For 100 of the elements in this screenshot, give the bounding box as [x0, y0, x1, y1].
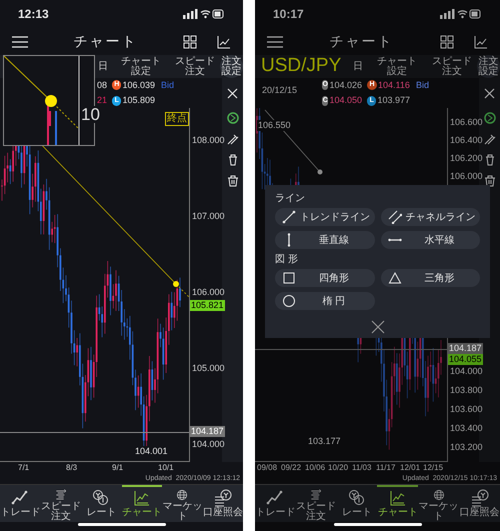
price-value: 104.116	[378, 78, 410, 92]
currency-pair: USD/JPY	[261, 54, 342, 76]
price-value: 106.039	[122, 78, 155, 92]
price-value: 21	[96, 94, 107, 107]
tab[interactable]: トレード	[255, 485, 296, 522]
tab[interactable]: 口座照会	[202, 485, 243, 522]
magnified-label: 10	[81, 106, 100, 123]
line-chart-icon	[388, 489, 407, 507]
trend-chart-icon	[11, 489, 30, 507]
toolbar-button[interactable]: 日	[353, 62, 363, 72]
grid-icon[interactable]	[183, 34, 197, 48]
tool-option-button[interactable]: 垂直線	[275, 231, 374, 249]
price-value: 08	[96, 78, 107, 92]
trash-icon[interactable]	[484, 154, 496, 166]
price-value: 104.050	[329, 94, 362, 107]
date-axis-label: 10/1	[158, 462, 174, 474]
close-icon[interactable]	[484, 88, 495, 98]
status-icons	[183, 9, 225, 19]
price-value: 104.026	[329, 78, 362, 92]
axis-label: 104.000	[192, 438, 225, 450]
high-price-label: 106.550	[257, 120, 292, 131]
axis-label: 105.000	[192, 362, 225, 374]
screen-title: チャート	[72, 32, 138, 51]
date-axis-label: 7/1	[18, 462, 30, 474]
coin-stack-icon	[470, 489, 489, 507]
tab[interactable]: 口座照会	[459, 485, 500, 522]
screen-title: チャート	[328, 32, 394, 51]
axis-label: 103.400	[450, 422, 483, 434]
toolbar-button[interactable]: チャート設定	[376, 56, 418, 76]
price-value: 103.977	[377, 94, 410, 107]
tab[interactable]: トレード	[0, 485, 40, 522]
section-title: ライン	[275, 193, 306, 205]
tool-option-button[interactable]: 四角形	[275, 269, 374, 287]
axis-label: 107.000	[192, 210, 225, 222]
status-time: 12:13	[18, 6, 49, 23]
date-axis-label: 12/15	[423, 462, 444, 474]
tab[interactable]: スピード注文	[296, 485, 337, 522]
status-icons	[440, 9, 482, 19]
toolbar-button[interactable]: スピード注文	[174, 56, 216, 76]
axis-label: 103.600	[450, 403, 483, 415]
chart-icon[interactable]	[474, 34, 488, 48]
tab[interactable]: マーケット	[418, 485, 460, 522]
axis-label: 103.800	[450, 384, 483, 396]
date-axis-label: 8/3	[66, 462, 78, 474]
square-icon	[282, 271, 296, 285]
low-price-label: 103.177	[307, 436, 342, 447]
axis-label: 106.000	[450, 170, 483, 182]
axis-label: 104.000	[450, 365, 483, 377]
bid-label: Bid	[416, 78, 430, 92]
toolbar-button[interactable]: チャート設定	[120, 56, 162, 76]
trend-chart-icon	[266, 489, 284, 507]
date-axis-label: 09/22	[281, 462, 302, 474]
tab[interactable]: レート	[81, 485, 122, 522]
menu-icon[interactable]	[267, 36, 283, 48]
date-axis-label: 10/20	[328, 462, 348, 474]
toolbar-button[interactable]: 日	[98, 62, 108, 72]
order-settings-button[interactable]: 注文設定	[477, 55, 500, 78]
price-value: 105.809	[122, 94, 155, 107]
date-axis-label: 12/01	[400, 462, 420, 474]
axis-label: 108.000	[192, 134, 225, 146]
status-time: 10:17	[273, 6, 304, 23]
price-tag: 104.187	[448, 343, 483, 354]
coins-icon	[92, 489, 110, 507]
date-axis-label: 11/03	[352, 462, 372, 474]
date-axis-label: 10/06	[305, 462, 326, 474]
tab[interactable]: マーケット	[162, 485, 202, 522]
tab[interactable]: レート	[336, 485, 378, 522]
pen-icon[interactable]	[484, 133, 496, 145]
axis-label: 106.400	[450, 134, 483, 146]
diagonal-line-icon	[282, 210, 296, 224]
triangle-icon	[388, 271, 402, 285]
order-settings-button[interactable]: 注文設定	[220, 55, 243, 78]
tool-option-button[interactable]: 水平線	[380, 231, 480, 249]
section-title: 図 形	[275, 254, 299, 266]
axis-label: 106.200	[450, 152, 483, 164]
date-axis-label: 09/08	[257, 462, 278, 474]
line-chart-icon	[132, 489, 151, 507]
tab[interactable]: スピード注文	[40, 485, 81, 522]
date-axis-label: 9/1	[112, 462, 124, 474]
end-point-label: 終点	[165, 112, 189, 126]
current-price-tag: 105.821	[190, 300, 225, 311]
low-price-label: 104.001	[134, 446, 169, 457]
circle-icon	[282, 294, 296, 308]
toolbar-button[interactable]: スピード注文	[431, 56, 473, 76]
grid-icon[interactable]	[440, 34, 454, 48]
date-label: 20/12/15	[262, 85, 298, 95]
tool-option-button[interactable]: トレンドライン	[275, 208, 374, 226]
coin-stack-icon	[214, 489, 232, 507]
tool-option-button[interactable]: 楕 円	[275, 292, 374, 310]
price-tag: 104.187	[190, 426, 225, 437]
date-axis-label: 11/17	[376, 462, 396, 474]
axis-label: 103.200	[450, 441, 483, 453]
axis-label: 106.000	[192, 286, 225, 298]
tool-option-button[interactable]: 三角形	[380, 269, 480, 287]
trash-all-icon[interactable]	[484, 175, 496, 187]
bid-label: Bid	[161, 78, 174, 92]
axis-label: 106.600	[450, 116, 483, 128]
parallel-lines-icon	[388, 210, 402, 224]
current-price-tag: 104.055	[448, 354, 483, 365]
tool-option-button[interactable]: チャネルライン	[380, 208, 480, 226]
